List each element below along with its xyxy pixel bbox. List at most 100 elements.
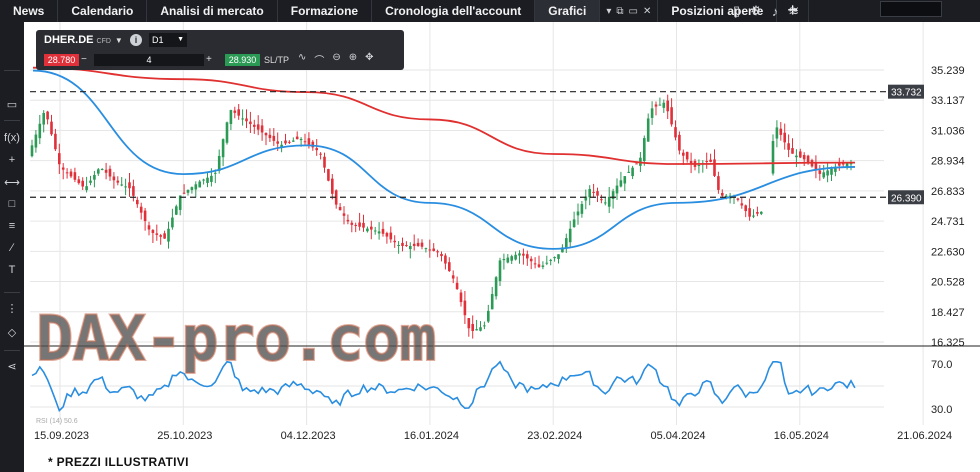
chart-type-icon[interactable]: ∿ <box>298 52 306 67</box>
zoom-out-icon[interactable]: ⊖ <box>332 52 340 67</box>
candle-body <box>412 243 416 247</box>
candle-body <box>373 230 377 232</box>
timeframe-select[interactable]: D1 ▼ <box>149 33 187 47</box>
candle-body <box>229 110 233 125</box>
candle-body <box>34 134 38 148</box>
candle-body <box>705 161 708 163</box>
candle-body <box>147 225 151 230</box>
candle-body <box>342 213 346 216</box>
candle-body <box>572 219 576 228</box>
candle-body <box>288 141 291 143</box>
candle-body <box>557 254 560 259</box>
candle-body <box>440 253 443 257</box>
rectangle-tool-icon[interactable]: □ <box>0 198 24 210</box>
candle-body <box>112 176 116 181</box>
layers-icon[interactable]: ◇ <box>0 326 24 339</box>
candle-body <box>514 254 517 260</box>
top-nav-bar: News Calendario Analisi di mercato Forma… <box>0 0 980 22</box>
candle-body <box>73 172 77 180</box>
candle-body <box>303 141 307 143</box>
crosshair-icon[interactable]: + <box>0 154 24 166</box>
bell-icon[interactable]: ♪ <box>772 4 779 19</box>
candle-body <box>487 310 490 322</box>
quantity-input[interactable]: 4 <box>94 54 204 66</box>
tab-cronologia-account[interactable]: Cronologia dell'account <box>372 0 536 22</box>
candle-body <box>186 189 190 193</box>
candle-body <box>401 242 404 247</box>
candle-body <box>709 159 712 162</box>
rsi-label: RSI (14) 50.6 <box>36 418 78 425</box>
candle-body <box>81 180 84 187</box>
horizontal-levels: 33.732 26.390 <box>30 84 924 205</box>
symbol-selector[interactable]: DHER.DE CFD ▼ <box>44 34 123 46</box>
candle-body <box>658 104 662 106</box>
info-icon[interactable]: i <box>130 34 142 46</box>
candle-body <box>190 187 194 191</box>
candle-body <box>276 141 279 144</box>
tab-analisi-di-mercato[interactable]: Analisi di mercato <box>147 0 278 22</box>
candle-body <box>409 246 412 250</box>
zoom-in-icon[interactable]: ⊕ <box>349 52 357 67</box>
candle-body <box>210 175 213 182</box>
candle-body <box>159 235 162 237</box>
candle-body <box>467 318 471 329</box>
candle-body <box>748 208 751 217</box>
price-tick-label: 33.137 <box>931 95 965 107</box>
candle-body <box>225 122 229 143</box>
popout-icon[interactable]: ⧉ <box>616 6 623 17</box>
candle-body <box>697 165 701 167</box>
candle-body <box>331 178 334 194</box>
settings-icon[interactable]: ⚙ <box>750 3 762 19</box>
price-tick-label: 31.036 <box>931 125 965 137</box>
close-icon[interactable]: ✕ <box>643 6 651 17</box>
candle-body <box>416 242 420 247</box>
candle-body <box>646 118 650 142</box>
fibonacci-icon[interactable]: ≡ <box>0 220 24 232</box>
function-icon[interactable]: f(x) <box>0 132 24 144</box>
increase-quantity-button[interactable]: + <box>206 54 216 66</box>
candle-body <box>744 205 747 212</box>
layout-icon[interactable]: ▯ <box>733 3 740 19</box>
chart-tools: ∿ ⌒ ⊖ ⊕ ✥ <box>298 52 374 67</box>
sell-button[interactable]: 28.780 <box>44 54 79 66</box>
candle-body <box>526 254 529 259</box>
date-tick-label: 21.06.2024 <box>897 430 952 442</box>
move-icon[interactable]: ✥ <box>365 52 373 67</box>
toolbar-divider <box>4 120 20 121</box>
indicators-icon[interactable]: ⌒ <box>314 52 324 67</box>
candle-body <box>167 228 170 242</box>
text-tool-icon[interactable]: T <box>0 264 24 276</box>
line-tool-icon[interactable]: ⟷ <box>0 176 24 189</box>
window-icon[interactable]: ▭ <box>628 6 637 17</box>
tab-formazione[interactable]: Formazione <box>278 0 373 22</box>
drawing-toolbar: ▭ f(x) + ⟷ □ ≡ ∕ T ⋮ ◇ ⋖ <box>0 22 24 472</box>
level-label: 26.390 <box>891 193 922 204</box>
price-tick-label: 22.630 <box>931 246 965 258</box>
channel-tool-icon[interactable]: ∕ <box>0 242 24 254</box>
candle-body <box>377 231 381 234</box>
date-tick-label: 16.01.2024 <box>404 430 459 442</box>
candle-body <box>740 203 744 206</box>
share-icon[interactable]: ⋖ <box>0 360 24 373</box>
time-axis: 15.09.2023 25.10.2023 04.12.2023 16.01.2024… <box>34 430 952 442</box>
tab-calendario[interactable]: Calendario <box>58 0 148 22</box>
instrument-type: CFD <box>96 38 111 45</box>
indicator-icon[interactable]: ⋮ <box>0 302 24 315</box>
price-chart[interactable]: 33.732 26.390 35.239 33.137 31.036 28.934 26.… <box>24 22 980 452</box>
buy-button[interactable]: 28.930 <box>225 54 260 66</box>
candle-body <box>256 124 260 130</box>
candle-body <box>545 262 549 264</box>
chevron-down-icon[interactable]: ▾ <box>606 6 611 17</box>
candle-body <box>241 118 244 120</box>
candle-body <box>553 257 556 259</box>
tab-news[interactable]: News <box>0 0 59 22</box>
tab-grafici[interactable]: Grafici <box>535 0 601 22</box>
candle-body <box>502 258 506 261</box>
candle-body <box>713 159 716 176</box>
candle-body <box>100 169 104 171</box>
decrease-quantity-button[interactable]: − <box>81 54 93 66</box>
display-icon[interactable]: ▭ <box>0 98 24 111</box>
sltp-button[interactable]: SL/TP <box>264 54 294 66</box>
chevron-down-icon: ▼ <box>177 36 184 43</box>
account-box[interactable] <box>880 1 942 17</box>
